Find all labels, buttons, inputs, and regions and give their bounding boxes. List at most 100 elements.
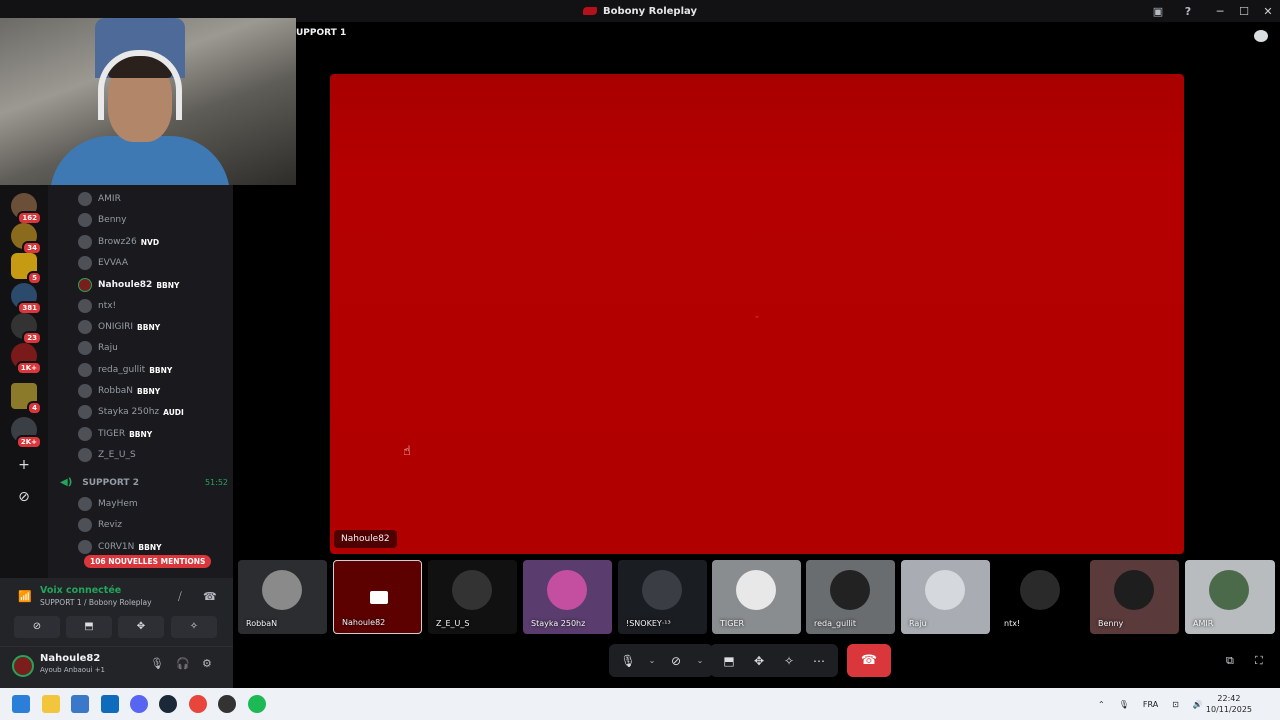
- channel-list: AMIR Benny Browz26 NVD EVVAA Nahoule82 BBN…: [48, 185, 233, 578]
- chevron-up-icon[interactable]: ⌃: [1098, 700, 1105, 709]
- add-server-icon[interactable]: +: [14, 455, 34, 475]
- voice-member[interactable]: Benny: [78, 210, 126, 230]
- screen-share-button[interactable]: ⬒: [66, 616, 112, 638]
- network-icon[interactable]: ⊡: [1172, 700, 1179, 709]
- voice-channel-support-2[interactable]: ◀) SUPPORT 2 51:52: [60, 477, 228, 488]
- activities-button[interactable]: ✥: [118, 616, 164, 638]
- app-icon[interactable]: [218, 695, 236, 713]
- voice-member-active[interactable]: Nahoule82 BBNY: [78, 275, 179, 295]
- new-mentions-badge[interactable]: 106 NOUVELLES MENTIONS: [84, 555, 212, 568]
- close-button[interactable]: ✕: [1256, 5, 1280, 18]
- participant-tile[interactable]: reda_gullit: [806, 560, 895, 634]
- chrome-icon[interactable]: [189, 695, 207, 713]
- voice-member[interactable]: TIGER BBNY: [78, 424, 152, 444]
- language-indicator[interactable]: FRA: [1143, 700, 1158, 709]
- participant-tile[interactable]: AMIR: [1185, 560, 1275, 634]
- webcam-overlay: [0, 18, 296, 185]
- avatar[interactable]: [12, 655, 34, 677]
- webcam-headset: [98, 50, 182, 120]
- participant-tile[interactable]: Stayka 250hz: [523, 560, 612, 634]
- windows-taskbar: ⌃ 🎙 FRA ⊡ 🔊 22:42 10/11/2025: [0, 688, 1280, 720]
- chat-icon[interactable]: [1254, 30, 1268, 42]
- disconnect-icon[interactable]: ☎: [203, 590, 217, 603]
- stage-speaker-name: Nahoule82: [334, 530, 397, 548]
- voice-member[interactable]: Browz26 NVD: [78, 232, 159, 252]
- participant-tile[interactable]: RobbaN: [238, 560, 327, 634]
- discover-icon[interactable]: ⊘: [14, 487, 34, 507]
- unread-badge: 4: [27, 401, 42, 415]
- soundboard-icon[interactable]: ✧: [776, 648, 802, 674]
- volume-icon[interactable]: 🔊: [1193, 700, 1203, 709]
- participant-tile[interactable]: Benny: [1090, 560, 1179, 634]
- soundboard-button[interactable]: ✧: [171, 616, 217, 638]
- voice-member[interactable]: Reviz: [78, 515, 122, 535]
- disconnect-button[interactable]: ☎: [847, 644, 891, 677]
- fullscreen-icon[interactable]: ⛶: [1255, 654, 1263, 668]
- server-icon[interactable]: 5: [11, 253, 42, 285]
- spotify-icon[interactable]: [248, 695, 266, 713]
- voice-connection-panel: 📶 Voix connectée SUPPORT 1 / Bobony Role…: [0, 578, 233, 646]
- member-tag: BBNY: [138, 542, 162, 552]
- avatar: [452, 570, 492, 610]
- participant-tile-active[interactable]: Nahoule82: [333, 560, 422, 634]
- popout-icon[interactable]: ⧉: [1226, 654, 1234, 668]
- voice-member[interactable]: EVVAA: [78, 253, 128, 273]
- voice-member[interactable]: ONIGIRI BBNY: [78, 317, 160, 337]
- minimize-button[interactable]: ─: [1208, 5, 1232, 18]
- avatar: [78, 299, 92, 313]
- maximize-button[interactable]: ☐: [1232, 5, 1256, 18]
- chevron-down-icon[interactable]: ⌄: [693, 656, 707, 665]
- participant-tile[interactable]: Z_E_U_S: [428, 560, 517, 634]
- server-icon[interactable]: 23: [11, 313, 42, 345]
- microphone-icon[interactable]: 🎙: [1119, 700, 1129, 709]
- clock[interactable]: 22:42 10/11/2025: [1206, 693, 1252, 715]
- voice-member[interactable]: AMIR: [78, 189, 121, 209]
- voice-member[interactable]: reda_gullit BBNY: [78, 360, 172, 380]
- discord-icon[interactable]: [130, 695, 148, 713]
- participant-tile[interactable]: Raju: [901, 560, 990, 634]
- camera-off-icon[interactable]: ⊘: [663, 648, 689, 674]
- main-stream-stage[interactable]: ▬ Nahoule82: [330, 74, 1184, 554]
- avatar: [1020, 570, 1060, 610]
- file-explorer-icon[interactable]: [42, 695, 60, 713]
- more-icon[interactable]: ⋯: [806, 648, 832, 674]
- outlook-icon[interactable]: [101, 695, 119, 713]
- voice-member[interactable]: Z_E_U_S: [78, 445, 136, 465]
- voice-status[interactable]: Voix connectée: [40, 585, 121, 596]
- user-name[interactable]: Nahoule82: [40, 653, 100, 664]
- help-icon[interactable]: ?: [1178, 5, 1198, 18]
- server-icon[interactable]: 381: [11, 283, 42, 315]
- member-name: Reviz: [98, 520, 122, 530]
- window-title: Bobony Roleplay: [603, 5, 697, 17]
- participant-tile[interactable]: !SNOKEY·¹³: [618, 560, 707, 634]
- gear-icon[interactable]: ⚙: [202, 657, 212, 670]
- voice-member[interactable]: MayHem: [78, 494, 138, 514]
- steam-icon[interactable]: [159, 695, 177, 713]
- microphone-icon[interactable]: 🎙: [150, 657, 164, 670]
- voice-member[interactable]: ntx!: [78, 296, 116, 316]
- voice-member[interactable]: RobbaN BBNY: [78, 381, 160, 401]
- inbox-icon[interactable]: ▣: [1148, 5, 1168, 18]
- participant-tile[interactable]: TIGER: [712, 560, 801, 634]
- member-tag: BBNY: [129, 429, 153, 439]
- headphones-icon[interactable]: 🎧: [176, 657, 190, 670]
- camera-off-button[interactable]: ⊘: [14, 616, 60, 638]
- noise-suppression-icon[interactable]: ⧸: [178, 590, 182, 604]
- microphone-icon[interactable]: 🎙: [615, 648, 641, 674]
- voice-location[interactable]: SUPPORT 1 / Bobony Roleplay: [40, 598, 152, 607]
- server-icon[interactable]: 34: [11, 223, 42, 255]
- start-icon[interactable]: [12, 695, 30, 713]
- server-folder-icon[interactable]: 2K+: [11, 417, 42, 449]
- voice-member[interactable]: C0RV1N BBNY: [78, 537, 162, 557]
- screen-share-icon[interactable]: ⬒: [716, 648, 742, 674]
- participant-tile[interactable]: ntx!: [996, 560, 1085, 634]
- activities-icon[interactable]: ✥: [746, 648, 772, 674]
- store-icon[interactable]: [71, 695, 89, 713]
- chevron-down-icon[interactable]: ⌄: [645, 656, 659, 665]
- voice-member[interactable]: Stayka 250hz AUDI: [78, 402, 184, 422]
- server-icon[interactable]: 1K+: [11, 343, 42, 375]
- voice-member[interactable]: Raju: [78, 338, 118, 358]
- server-icon[interactable]: 162: [11, 193, 42, 225]
- server-icon[interactable]: 4: [11, 383, 42, 415]
- avatar: [78, 384, 92, 398]
